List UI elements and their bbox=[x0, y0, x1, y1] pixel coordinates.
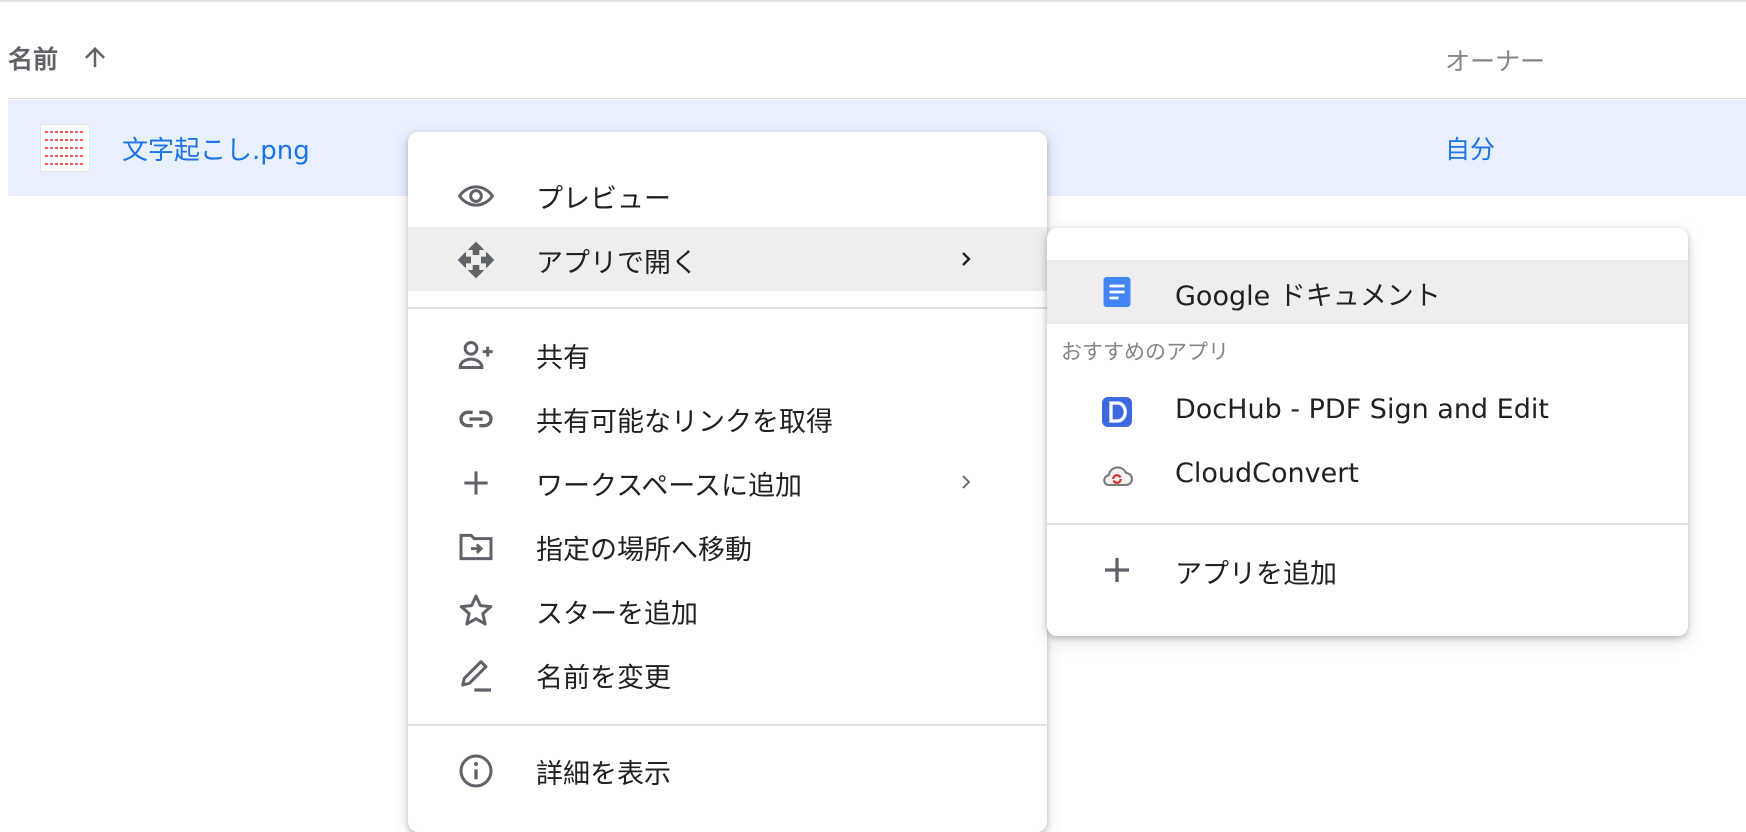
menu-item-label: ワークスペースに追加 bbox=[536, 471, 802, 502]
menu-item-rename[interactable]: 名前を変更 bbox=[408, 642, 1047, 706]
menu-item-label: 指定の場所へ移動 bbox=[536, 535, 752, 566]
dochub-icon bbox=[1102, 397, 1132, 427]
open-with-icon bbox=[457, 241, 495, 279]
arrow-up-icon[interactable] bbox=[80, 42, 110, 72]
file-list-header: 名前 オーナー bbox=[8, 2, 1746, 99]
submenu-item-dochub[interactable]: DocHub - PDF Sign and Edit bbox=[1047, 380, 1688, 444]
menu-item-label: スターを追加 bbox=[536, 599, 698, 630]
plus-icon bbox=[1105, 558, 1129, 582]
menu-item-share[interactable]: 共有 bbox=[408, 322, 1047, 386]
context-menu: プレビュー アプリで開く 共有 共有可能なリンクを取得 ワークスペースに追加 指… bbox=[408, 132, 1047, 832]
plus-icon bbox=[464, 471, 488, 495]
submenu-item-label: CloudConvert bbox=[1175, 458, 1359, 489]
submenu-item-label: Google ドキュメント bbox=[1175, 281, 1441, 312]
open-with-submenu: Google ドキュメント おすすめのアプリ DocHub - PDF Sign… bbox=[1047, 228, 1688, 636]
column-header-owner[interactable]: オーナー bbox=[1445, 42, 1545, 78]
menu-item-label: 詳細を表示 bbox=[536, 759, 671, 790]
submenu-item-label: アプリを追加 bbox=[1175, 559, 1337, 590]
menu-item-label: プレビュー bbox=[536, 184, 671, 215]
menu-divider bbox=[408, 724, 1047, 726]
menu-item-get-link[interactable]: 共有可能なリンクを取得 bbox=[408, 386, 1047, 450]
column-header-name[interactable]: 名前 bbox=[8, 40, 58, 76]
google-docs-icon bbox=[1103, 277, 1131, 307]
person-add-icon bbox=[458, 341, 493, 369]
menu-item-details[interactable]: 詳細を表示 bbox=[408, 738, 1047, 802]
eye-icon bbox=[457, 185, 495, 207]
suggested-apps-caption: おすすめのアプリ bbox=[1061, 340, 1229, 364]
chevron-right-icon bbox=[962, 252, 971, 266]
chevron-right-icon bbox=[962, 475, 971, 489]
file-owner: 自分 bbox=[1445, 135, 1496, 164]
info-icon bbox=[459, 754, 493, 788]
menu-divider bbox=[408, 307, 1047, 309]
file-name[interactable]: 文字起こし.png bbox=[122, 130, 310, 167]
link-icon bbox=[459, 410, 493, 428]
image-thumbnail bbox=[40, 124, 90, 172]
move-to-folder-icon bbox=[459, 533, 493, 561]
submenu-item-cloudconvert[interactable]: CloudConvert bbox=[1047, 444, 1688, 508]
menu-item-add-to-workspace[interactable]: ワークスペースに追加 bbox=[408, 450, 1047, 514]
menu-item-label: 共有 bbox=[536, 343, 590, 374]
pencil-icon bbox=[461, 660, 491, 692]
submenu-item-add-app[interactable]: アプリを追加 bbox=[1047, 538, 1688, 602]
submenu-item-label: DocHub - PDF Sign and Edit bbox=[1175, 394, 1549, 425]
menu-item-open-with[interactable]: アプリで開く bbox=[408, 227, 1047, 291]
menu-item-move[interactable]: 指定の場所へ移動 bbox=[408, 514, 1047, 578]
submenu-divider bbox=[1047, 523, 1688, 525]
submenu-item-google-docs[interactable]: Google ドキュメント bbox=[1047, 260, 1688, 324]
menu-item-label: アプリで開く bbox=[536, 248, 698, 279]
menu-item-add-star[interactable]: スターを追加 bbox=[408, 578, 1047, 642]
cloudconvert-icon bbox=[1103, 466, 1134, 487]
menu-item-preview[interactable]: プレビュー bbox=[408, 163, 1047, 227]
menu-item-label: 名前を変更 bbox=[536, 663, 671, 694]
menu-item-label: 共有可能なリンクを取得 bbox=[536, 407, 833, 438]
star-outline-icon bbox=[459, 594, 493, 626]
